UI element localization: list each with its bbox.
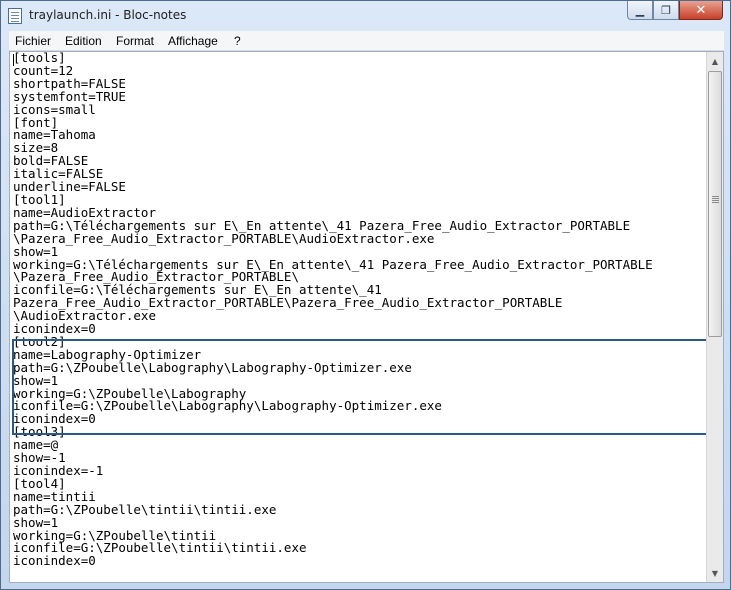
menu-fichier[interactable]: Fichier	[15, 34, 51, 48]
vertical-scrollbar[interactable]: ▲ ▼	[706, 52, 723, 582]
editor-text[interactable]: [tools] count=12 shortpath=FALSE systemf…	[13, 52, 653, 568]
maximize-button[interactable]: ❐	[653, 1, 679, 20]
text-caret	[13, 54, 14, 66]
scroll-down-arrow-icon[interactable]: ▼	[707, 565, 723, 581]
minimize-button[interactable]: ▁	[627, 1, 653, 20]
close-button[interactable]: ✕	[679, 1, 723, 20]
title-bar[interactable]: traylaunch.ini - Bloc-notes ▁ ❐ ✕	[1, 1, 730, 31]
thumb-grip-icon	[712, 196, 719, 197]
window-controls: ▁ ❐ ✕	[627, 1, 723, 21]
notepad-window: traylaunch.ini - Bloc-notes ▁ ❐ ✕ Fichie…	[0, 0, 731, 590]
menu-edition[interactable]: Edition	[65, 34, 102, 48]
text-editor[interactable]: [tools] count=12 shortpath=FALSE systemf…	[9, 51, 724, 583]
window-title: traylaunch.ini - Bloc-notes	[29, 8, 187, 22]
notepad-icon[interactable]	[8, 8, 22, 24]
menu-affichage[interactable]: Affichage	[168, 34, 218, 48]
menu-format[interactable]: Format	[116, 34, 154, 48]
scrollbar-thumb[interactable]	[708, 71, 722, 337]
menu-help[interactable]: ?	[234, 34, 241, 48]
scroll-up-arrow-icon[interactable]: ▲	[707, 53, 723, 69]
menu-bar: Fichier Edition Format Affichage ?	[9, 31, 724, 51]
